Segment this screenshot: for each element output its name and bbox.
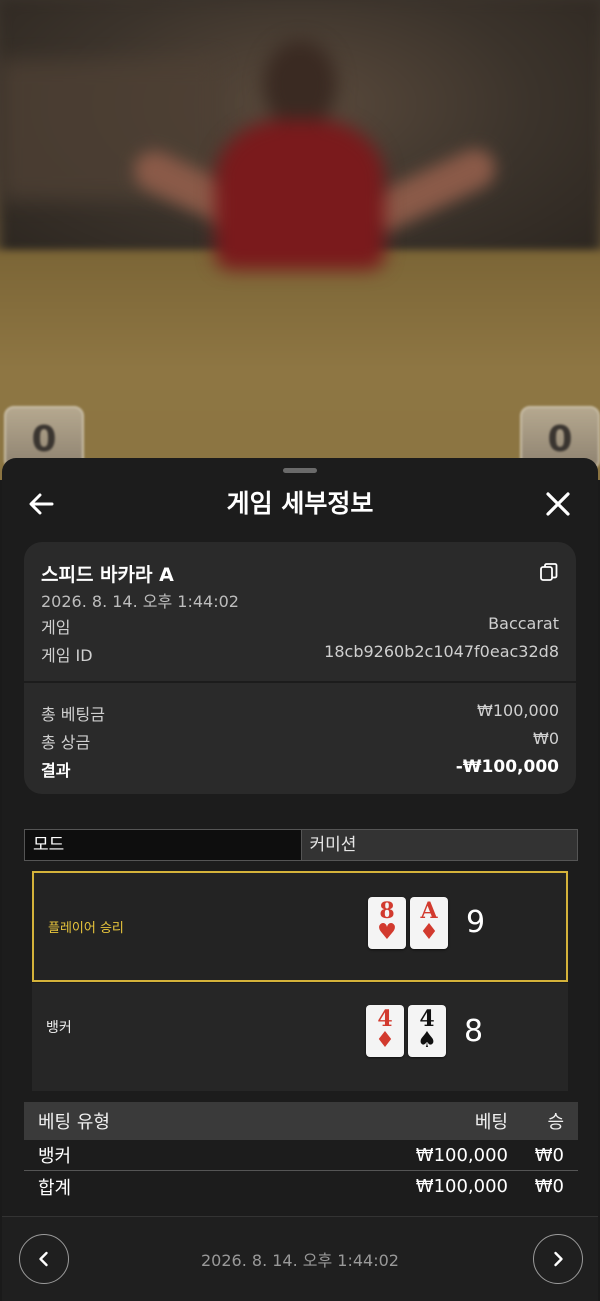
player-hand: 플레이어 승리 8 ♥ A ♦ 9	[32, 871, 568, 982]
win-amount-header: 승	[547, 1112, 564, 1133]
banker-hand: 뱅커 4 ♦ 4 ♠ 8	[32, 983, 568, 1091]
total-payout-row: 총 상금 ₩0	[41, 729, 559, 753]
win-amount-cell: ₩0	[534, 1144, 564, 1166]
banker-cards: 4 ♦ 4 ♠	[366, 1005, 446, 1057]
diamond-suit-icon: ♦	[419, 920, 439, 945]
bets-table-header: 베팅 유형 베팅 승	[24, 1102, 578, 1140]
dealer-head	[263, 40, 337, 130]
backdrop-dealer	[215, 40, 385, 270]
table-total-row: 합계 ₩100,000 ₩0	[24, 1171, 578, 1202]
banker-hand-score: 8	[464, 1014, 484, 1049]
chevron-right-icon	[554, 1251, 563, 1267]
player-hand-label: 플레이어 승리	[48, 921, 124, 936]
dealer-body	[215, 120, 385, 270]
total-bet-value: ₩100,000	[477, 701, 559, 720]
game-label: 게임	[41, 618, 71, 637]
bet-amount-header: 베팅	[474, 1112, 508, 1133]
game-value: Baccarat	[488, 614, 559, 633]
result-label: 결과	[41, 761, 71, 780]
bets-table: 베팅 유형 베팅 승 뱅커 ₩100,000 ₩0 합계 ₩100,000 ₩0	[24, 1102, 578, 1202]
diamond-suit-icon: ♦	[375, 1028, 395, 1053]
heart-suit-icon: ♥	[377, 920, 397, 945]
playing-card: 4 ♠	[408, 1005, 446, 1057]
close-button[interactable]	[540, 486, 576, 522]
game-row: 게임 Baccarat	[41, 614, 559, 638]
live-video-backdrop: 0 0	[0, 0, 600, 480]
mode-row: 모드 커미션	[24, 829, 578, 861]
page-title: 게임 세부정보	[226, 489, 374, 518]
total-win-cell: ₩0	[534, 1176, 564, 1197]
total-bet-cell: ₩100,000	[415, 1176, 508, 1197]
result-value: -₩100,000	[455, 757, 559, 777]
mode-value: 커미션	[301, 830, 577, 860]
bet-type-cell: 뱅커	[38, 1146, 72, 1167]
playing-card: 8 ♥	[368, 897, 406, 949]
player-cards: 8 ♥ A ♦	[368, 897, 448, 949]
game-id-row: 게임 ID 18cb9260b2c1047f0eac32d8	[41, 642, 559, 666]
copy-button[interactable]	[538, 561, 560, 583]
banker-hand-label: 뱅커	[46, 1020, 72, 1036]
game-id-value: 18cb9260b2c1047f0eac32d8	[324, 642, 559, 661]
mode-label: 모드	[25, 830, 302, 860]
spade-suit-icon: ♠	[417, 1028, 437, 1053]
card-divider	[24, 681, 576, 683]
total-bet-label: 총 베팅금	[41, 705, 105, 724]
game-id-label: 게임 ID	[41, 646, 93, 665]
round-info-card: 스피드 바카라 A 2026. 8. 14. 오후 1:44:02 게임 Bac…	[24, 542, 576, 794]
total-type-cell: 합계	[38, 1177, 72, 1199]
backdrop-table	[0, 250, 600, 480]
total-payout-value: ₩0	[533, 729, 559, 748]
game-details-sheet: 게임 세부정보 스피드 바카라 A 2026. 8. 14. 오후 1:44:0…	[2, 458, 598, 1301]
sheet-grabber[interactable]	[283, 468, 317, 473]
table-name: 스피드 바카라 A	[41, 564, 174, 586]
next-round-button[interactable]	[533, 1234, 583, 1284]
total-bet-row: 총 베팅금 ₩100,000	[41, 701, 559, 725]
round-datetime: 2026. 8. 14. 오후 1:44:02	[41, 592, 239, 611]
bet-type-header: 베팅 유형	[38, 1112, 110, 1133]
round-navigation-footer: 2026. 8. 14. 오후 1:44:02	[2, 1216, 598, 1301]
player-hand-score: 9	[466, 905, 486, 940]
copy-icon	[540, 563, 558, 581]
table-row: 뱅커 ₩100,000 ₩0	[24, 1140, 578, 1171]
close-icon	[546, 492, 570, 516]
total-payout-label: 총 상금	[41, 733, 91, 752]
playing-card: 4 ♦	[366, 1005, 404, 1057]
bet-amount-cell: ₩100,000	[415, 1144, 508, 1166]
result-row: 결과 -₩100,000	[41, 757, 559, 781]
footer-datetime: 2026. 8. 14. 오후 1:44:02	[201, 1251, 399, 1270]
playing-card: A ♦	[410, 897, 448, 949]
